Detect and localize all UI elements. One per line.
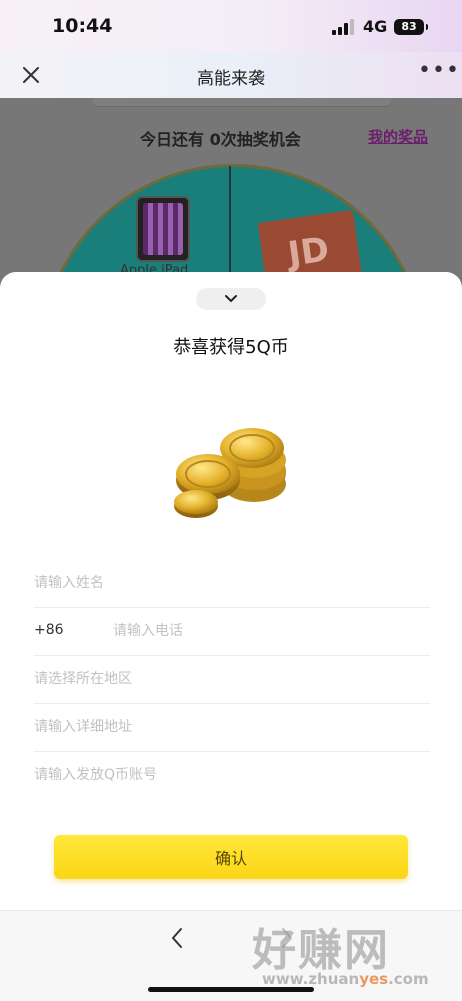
- chevron-down-icon[interactable]: [196, 288, 266, 310]
- region-row: [34, 656, 430, 704]
- more-icon[interactable]: •••: [418, 60, 459, 86]
- qq-account-input[interactable]: [34, 752, 430, 798]
- battery-tip: [426, 24, 428, 30]
- name-input[interactable]: [34, 560, 430, 606]
- phone-row: +86: [34, 608, 430, 656]
- page-title: 高能来袭: [197, 69, 265, 89]
- status-time: 10:44: [52, 15, 113, 37]
- my-prizes-link[interactable]: 我的奖品: [368, 126, 428, 147]
- confirm-button[interactable]: 确认: [54, 835, 408, 879]
- phone-input[interactable]: [113, 608, 430, 654]
- watermark-url-part: www.zhuan: [262, 970, 360, 988]
- site-watermark: 好赚网 www.zhuanyes.com: [252, 914, 452, 994]
- prize-sheet: 恭喜获得5Q币 +86: [0, 272, 462, 912]
- signal-icon: [332, 19, 354, 35]
- prize-title: 恭喜获得5Q币: [173, 337, 289, 358]
- wheel-divider: [229, 166, 231, 288]
- lottery-wheel: [40, 164, 426, 288]
- ipad-prize-icon: [136, 196, 190, 262]
- q-coins-icon: [174, 428, 286, 518]
- battery-icon: 83: [394, 19, 424, 35]
- lottery-chances-text: 今日还有 0次抽奖机会: [140, 130, 301, 149]
- address-input[interactable]: [34, 704, 430, 750]
- name-row: [34, 560, 430, 608]
- qq-account-row: [34, 752, 430, 799]
- region-select[interactable]: [34, 656, 430, 702]
- address-row: [34, 704, 430, 752]
- watermark-url-highlight: yes: [359, 970, 389, 988]
- phone-country-code[interactable]: +86: [34, 622, 64, 638]
- chevron-left-icon[interactable]: [166, 925, 188, 951]
- background-page: 今日还有 0次抽奖机会 我的奖品 Apple iPad JD: [0, 98, 462, 288]
- network-type: 4G: [363, 17, 388, 36]
- status-bar: 10:44 4G 83: [0, 0, 462, 52]
- prize-form: +86: [34, 560, 430, 799]
- watermark-url: www.zhuanyes.com: [262, 970, 429, 988]
- watermark-brand: 好赚网: [252, 925, 390, 976]
- title-bar: 高能来袭 •••: [0, 52, 462, 98]
- background-banner: [92, 98, 392, 106]
- watermark-url-suffix: .com: [388, 970, 429, 988]
